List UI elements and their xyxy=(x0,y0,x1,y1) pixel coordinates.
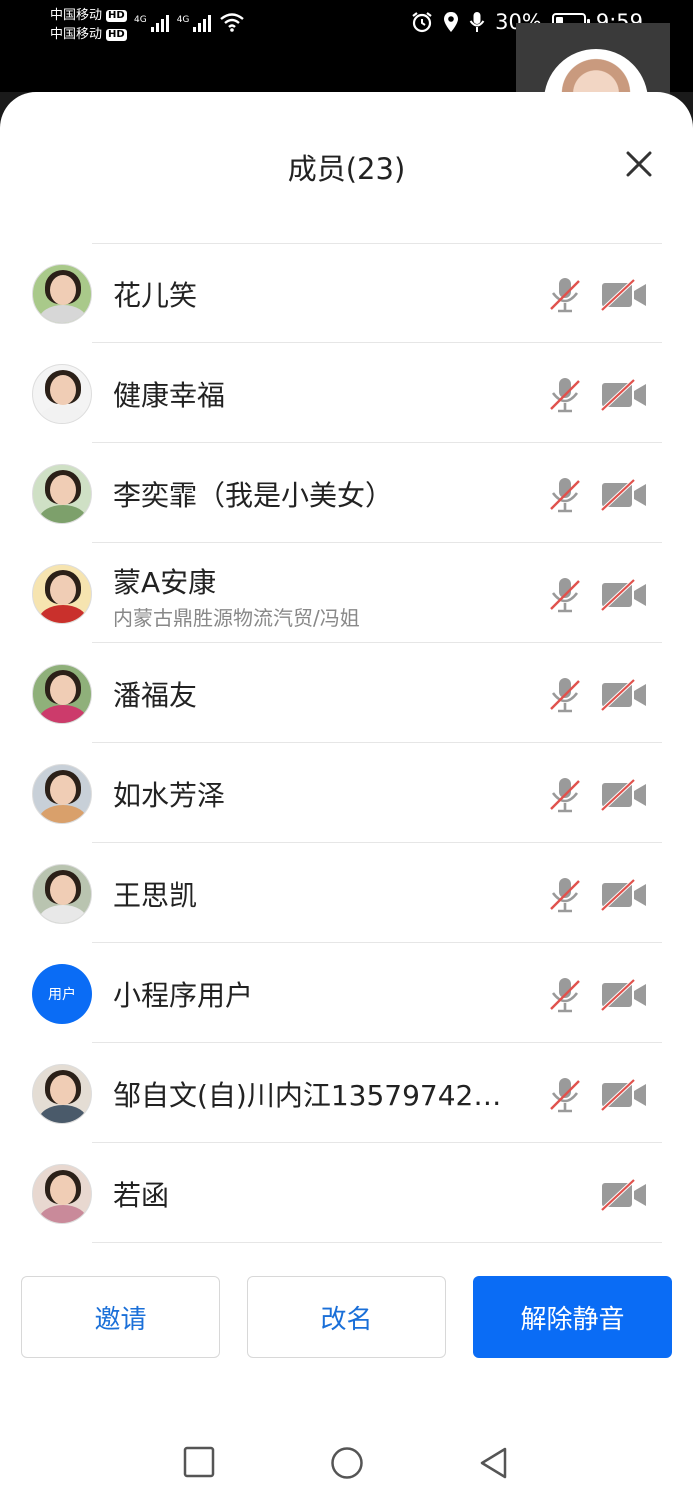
member-row[interactable]: 健康幸福 xyxy=(0,344,693,443)
member-name: 邹自文(自)川内江13579742… xyxy=(113,1079,502,1112)
camera-off-icon[interactable] xyxy=(600,978,648,1012)
signal-indicators: 4G 4G xyxy=(134,12,245,32)
recent-apps-button[interactable] xyxy=(183,1446,215,1478)
camera-off-icon[interactable] xyxy=(600,678,648,712)
camera-off-icon[interactable] xyxy=(600,878,648,912)
mic-muted-icon[interactable] xyxy=(548,676,582,714)
carrier-info: 中国移动 HD 中国移动 HD xyxy=(50,6,127,44)
avatar: 用户 xyxy=(32,964,92,1024)
hd-badge-1: HD xyxy=(106,9,127,22)
member-row[interactable]: 若函 xyxy=(0,1144,693,1243)
member-name: 王思凯 xyxy=(113,879,198,912)
avatar xyxy=(32,564,92,624)
mic-muted-icon[interactable] xyxy=(548,276,582,314)
floating-video-preview[interactable] xyxy=(516,23,670,103)
mic-muted-icon[interactable] xyxy=(548,876,582,914)
home-button[interactable] xyxy=(330,1446,364,1480)
camera-off-icon[interactable] xyxy=(600,1178,648,1212)
row-divider xyxy=(92,1242,662,1243)
mic-muted-icon[interactable] xyxy=(548,776,582,814)
member-name: 蒙A安康 xyxy=(113,566,217,599)
member-row[interactable]: 花儿笑 xyxy=(0,244,693,343)
member-row[interactable]: 用户 小程序用户 xyxy=(0,944,693,1043)
row-divider xyxy=(92,542,662,543)
camera-off-icon[interactable] xyxy=(600,1078,648,1112)
member-name: 如水芳泽 xyxy=(113,779,226,812)
avatar xyxy=(32,464,92,524)
carrier-2: 中国移动 xyxy=(50,27,103,42)
member-row[interactable]: 蒙A安康内蒙古鼎胜源物流汽贸/冯姐 xyxy=(0,544,693,643)
avatar xyxy=(32,264,92,324)
member-name: 若函 xyxy=(113,1179,170,1212)
hd-badge-2: HD xyxy=(106,28,127,41)
member-row[interactable]: 如水芳泽 xyxy=(0,744,693,843)
camera-off-icon[interactable] xyxy=(600,378,648,412)
microphone-icon xyxy=(469,12,485,32)
rename-button[interactable]: 改名 xyxy=(247,1276,446,1358)
member-name: 花儿笑 xyxy=(113,279,198,312)
network-type-1: 4G xyxy=(134,15,147,25)
camera-off-icon[interactable] xyxy=(600,478,648,512)
close-icon[interactable] xyxy=(623,148,655,180)
avatar xyxy=(32,1064,92,1124)
member-name: 李奕霏（我是小美女） xyxy=(113,479,394,512)
avatar xyxy=(32,864,92,924)
members-sheet: 成员(23) 花儿笑健康幸福李奕霏（我是小美女） 蒙A安康内蒙古鼎胜源物流汽贸/冯… xyxy=(0,92,693,1500)
unmute-button[interactable]: 解除静音 xyxy=(473,1276,672,1358)
system-nav-bar xyxy=(0,1422,693,1500)
row-divider xyxy=(92,1042,662,1043)
member-row[interactable]: 邹自文(自)川内江13579742… xyxy=(0,1044,693,1143)
sheet-header: 成员(23) xyxy=(0,92,693,242)
carrier-1: 中国移动 xyxy=(50,8,103,23)
row-divider xyxy=(92,342,662,343)
row-divider xyxy=(92,842,662,843)
row-divider xyxy=(92,942,662,943)
member-row[interactable]: 潘福友 xyxy=(0,644,693,743)
avatar xyxy=(32,1164,92,1224)
avatar xyxy=(32,364,92,424)
avatar xyxy=(32,764,92,824)
back-button[interactable] xyxy=(478,1446,508,1480)
row-divider xyxy=(92,742,662,743)
signal-strength-icon: 4G xyxy=(134,15,169,32)
action-bar: 邀请 改名 解除静音 xyxy=(21,1276,672,1360)
mic-muted-icon[interactable] xyxy=(548,376,582,414)
camera-off-icon[interactable] xyxy=(600,778,648,812)
camera-off-icon[interactable] xyxy=(600,578,648,612)
member-name: 健康幸福 xyxy=(113,379,226,412)
row-divider xyxy=(92,642,662,643)
signal-strength-icon: 4G xyxy=(177,15,212,32)
member-row[interactable]: 王思凯 xyxy=(0,844,693,943)
page-title: 成员(23) xyxy=(287,152,406,186)
wifi-icon xyxy=(220,13,245,32)
location-icon xyxy=(444,12,459,32)
camera-off-icon[interactable] xyxy=(600,278,648,312)
avatar xyxy=(32,664,92,724)
member-subtitle: 内蒙古鼎胜源物流汽贸/冯姐 xyxy=(113,606,360,630)
alarm-icon xyxy=(412,12,432,33)
mic-muted-icon[interactable] xyxy=(548,476,582,514)
invite-button[interactable]: 邀请 xyxy=(21,1276,220,1358)
mic-muted-icon[interactable] xyxy=(548,976,582,1014)
member-name: 小程序用户 xyxy=(113,979,254,1012)
member-row[interactable]: 李奕霏（我是小美女） xyxy=(0,444,693,543)
row-divider xyxy=(92,1142,662,1143)
mic-muted-icon[interactable] xyxy=(548,1076,582,1114)
row-divider xyxy=(92,442,662,443)
member-name: 潘福友 xyxy=(113,679,198,712)
network-type-2: 4G xyxy=(176,15,190,25)
mic-muted-icon[interactable] xyxy=(548,576,582,614)
